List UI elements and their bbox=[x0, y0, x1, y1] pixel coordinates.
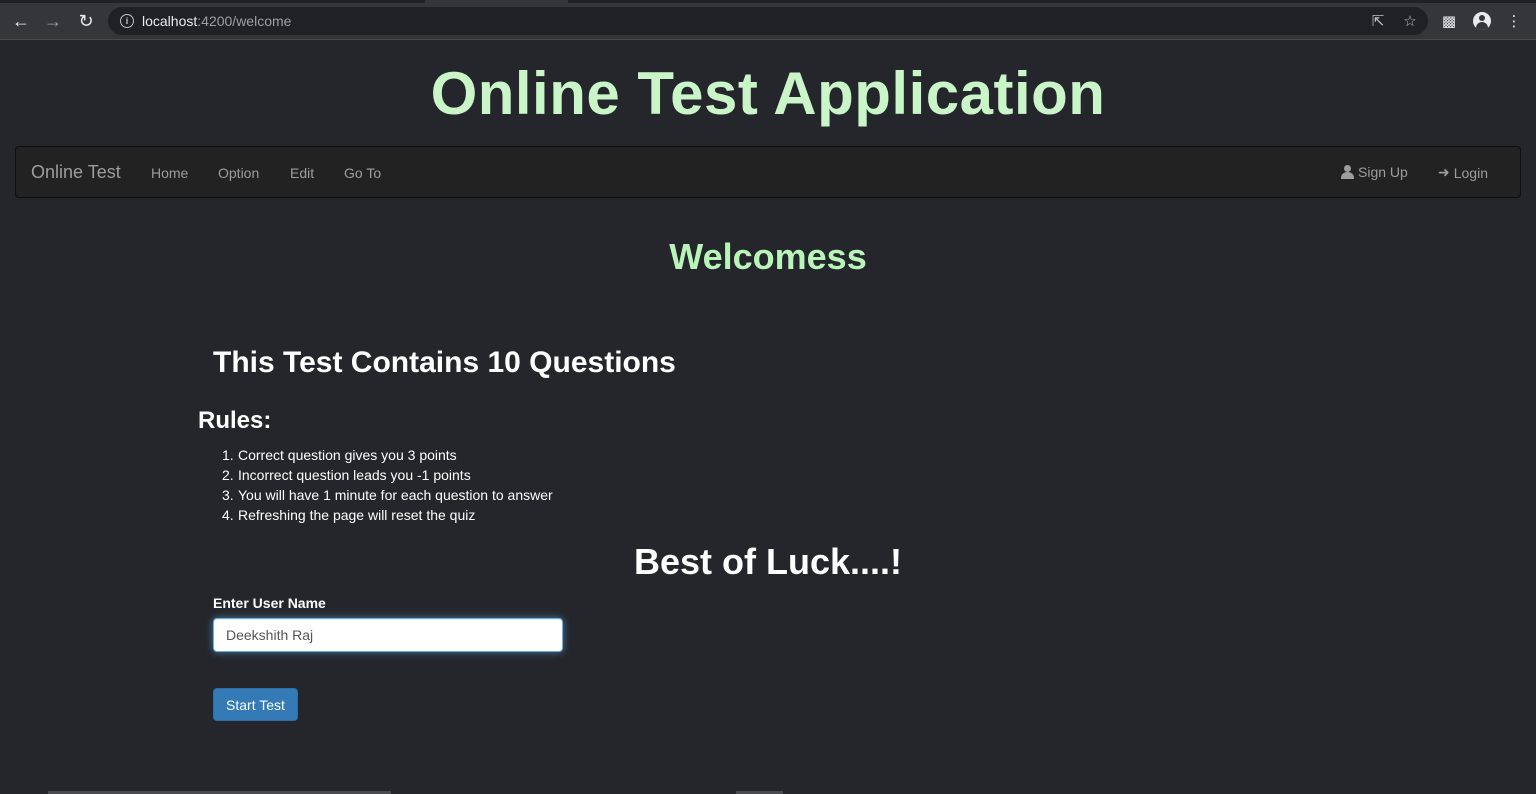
rule-item: 2. Incorrect question leads you -1 points bbox=[222, 467, 471, 483]
username-label: Enter User Name bbox=[213, 595, 326, 611]
nav-home-link[interactable]: Home bbox=[151, 165, 188, 181]
navbar-brand[interactable]: Online Test bbox=[31, 162, 121, 183]
nav-goto-link[interactable]: Go To bbox=[344, 165, 381, 181]
app-title: Online Test Application bbox=[430, 60, 1106, 127]
address-url: localhost:4200/welcome bbox=[142, 13, 291, 29]
rule-text: You will have 1 minute for each question… bbox=[238, 487, 553, 503]
login-label: Login bbox=[1453, 164, 1488, 181]
start-test-button[interactable]: Start Test bbox=[213, 688, 298, 721]
address-bar[interactable]: i localhost:4200/welcome ⇱ ☆ bbox=[108, 7, 1428, 35]
rule-text: Correct question gives you 3 points bbox=[238, 447, 457, 463]
rule-text: Incorrect question leads you -1 points bbox=[238, 467, 471, 483]
rules-list: 1. Correct question gives you 3 points 2.… bbox=[222, 445, 553, 525]
login-link[interactable]: ➜ Login bbox=[1438, 164, 1488, 181]
tab-strip bbox=[0, 0, 1536, 3]
site-info-icon[interactable]: i bbox=[120, 14, 134, 28]
browser-toolbar: ← → ↻ i localhost:4200/welcome ⇱ ☆ ▩ ⋮ bbox=[0, 0, 1536, 40]
signup-label: Sign Up bbox=[1358, 164, 1408, 180]
browser-menu-icon[interactable]: ⋮ bbox=[1502, 9, 1526, 33]
welcome-heading: Welcomess bbox=[669, 236, 867, 277]
url-path: :4200/welcome bbox=[197, 13, 292, 29]
profile-avatar-icon[interactable] bbox=[1470, 9, 1494, 33]
rule-item: 3. You will have 1 minute for each questi… bbox=[222, 487, 553, 503]
bookmark-star-icon[interactable]: ☆ bbox=[1400, 11, 1420, 31]
back-arrow-icon[interactable]: ← bbox=[9, 9, 33, 33]
signup-link[interactable]: Sign Up bbox=[1341, 164, 1408, 180]
share-icon[interactable]: ⇱ bbox=[1368, 11, 1388, 31]
login-icon: ➜ bbox=[1438, 164, 1450, 180]
test-info-heading: This Test Contains 10 Questions bbox=[213, 346, 676, 379]
rules-heading: Rules: bbox=[198, 407, 272, 434]
nav-option-link[interactable]: Option bbox=[218, 165, 259, 181]
extensions-puzzle-icon[interactable]: ▩ bbox=[1437, 9, 1461, 33]
nav-edit-link[interactable]: Edit bbox=[290, 165, 314, 181]
best-of-luck-heading: Best of Luck....! bbox=[633, 541, 903, 582]
user-icon bbox=[1341, 165, 1354, 179]
reload-icon[interactable]: ↻ bbox=[74, 9, 98, 33]
url-host: localhost bbox=[142, 13, 198, 29]
forward-arrow-icon[interactable]: → bbox=[41, 9, 65, 33]
rule-item: 4. Refreshing the page will reset the qui… bbox=[222, 507, 476, 523]
rule-text: Refreshing the page will reset the quiz bbox=[238, 507, 476, 523]
page-content: Online Test Application Online Test Home… bbox=[0, 41, 1536, 794]
rule-item: 1. Correct question gives you 3 points bbox=[222, 447, 457, 463]
main-navbar: Online Test Home Option Edit Go To Sign … bbox=[15, 146, 1521, 198]
username-input[interactable] bbox=[213, 618, 563, 652]
